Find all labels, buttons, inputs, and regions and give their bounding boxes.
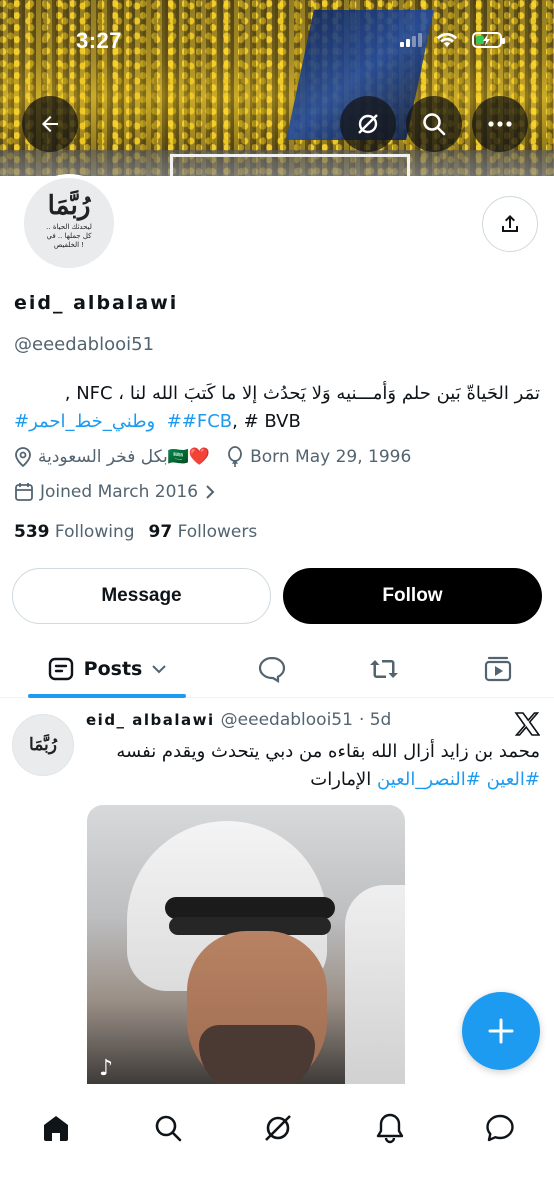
post-text-end: الإمارات xyxy=(310,769,372,790)
display-name: eid_ albalawi xyxy=(14,292,179,314)
post-author-handle[interactable]: @eeedablooi51 xyxy=(221,710,353,730)
share-button[interactable] xyxy=(482,196,538,252)
bio-hashtag-fcb[interactable]: ##FCB xyxy=(167,411,232,432)
post-header: eid_ albalawi @eeedablooi51 · 5d xyxy=(86,710,391,730)
tab-posts[interactable]: Posts xyxy=(28,640,186,698)
grok-icon xyxy=(265,1115,291,1141)
signal-icon xyxy=(400,33,422,47)
location-text: بكل فخر السعودية🇸🇦❤️ xyxy=(38,447,211,467)
tiktok-watermark-icon: ♪ xyxy=(99,1056,114,1081)
search-icon xyxy=(423,113,446,136)
status-time: 3:27 xyxy=(76,28,123,53)
meta-row-joined[interactable]: Joined March 2016 xyxy=(14,482,216,502)
search-button[interactable] xyxy=(406,96,462,152)
tab-media[interactable] xyxy=(470,640,526,698)
reply-icon xyxy=(258,656,286,683)
followers-count: 97 xyxy=(148,522,173,542)
posts-tab-icon xyxy=(48,657,73,681)
tab-replies[interactable] xyxy=(244,640,300,698)
meta-row-location: بكل فخر السعودية🇸🇦❤️ Born May 29, 1996 xyxy=(14,446,411,468)
plus-icon xyxy=(488,1018,514,1044)
post-video-thumbnail[interactable]: ♪ xyxy=(87,805,405,1085)
arrow-left-icon xyxy=(42,116,58,132)
follow-button[interactable]: Follow xyxy=(283,568,542,624)
chevron-right-icon xyxy=(206,485,215,499)
tab-reposts[interactable] xyxy=(356,640,412,698)
calendar-icon xyxy=(15,483,33,501)
search-icon xyxy=(155,1115,182,1142)
status-bar: 3:27 xyxy=(0,0,554,84)
avatar-text-main: رُبَّمَا xyxy=(47,190,91,221)
profile-avatar[interactable]: رُبَّمَا ليحدثك الحياة .. كل جملها .. في… xyxy=(20,174,118,272)
media-figure-right xyxy=(345,885,405,1085)
wifi-icon xyxy=(436,32,458,47)
following-label: Following xyxy=(54,522,135,542)
post-avatar-artwork: رُبَّمَا xyxy=(13,715,73,775)
status-icons xyxy=(400,32,505,48)
following-count: 539 xyxy=(14,522,50,542)
post-text-main: محمد بن زايد أزال الله بقاءه من دبي يتحد… xyxy=(116,741,540,762)
bottom-navigation xyxy=(0,1084,554,1200)
share-icon xyxy=(502,215,518,232)
media-agal xyxy=(165,897,335,919)
media-beard xyxy=(199,1025,315,1085)
profile-handle: @eeedablooi51 xyxy=(14,334,155,355)
chevron-down-icon xyxy=(152,665,167,674)
battery-icon xyxy=(472,32,505,48)
post-author-name[interactable]: eid_ albalawi xyxy=(86,711,215,729)
x-logo-icon xyxy=(514,712,541,740)
nav-grok[interactable] xyxy=(250,1100,306,1156)
bio-line1: تمَر الحَياةّ بَين حلم وَأمـــنيه وَلا ي… xyxy=(64,383,540,404)
bell-icon xyxy=(376,1113,404,1144)
follow-stats: 539 Following 97 Followers xyxy=(14,522,257,542)
post-text: محمد بن زايد أزال الله بقاءه من دبي يتحد… xyxy=(86,738,540,794)
profile-tabs: Posts xyxy=(0,640,554,698)
more-icon xyxy=(488,121,512,127)
avatar-text-sub: ليحدثك الحياة .. كل جملها .. في الخلفيص … xyxy=(46,222,92,249)
active-tab-indicator xyxy=(28,694,186,698)
post-avatar-text: رُبَّمَا xyxy=(29,735,57,755)
bio-rest: , # BVB xyxy=(232,411,301,432)
post-hashtag-alain[interactable]: #العين xyxy=(487,769,540,790)
post-time: · 5d xyxy=(358,710,392,730)
back-button[interactable] xyxy=(22,96,78,152)
joined-text: Joined March 2016 xyxy=(40,482,199,502)
followers-label: Followers xyxy=(177,522,258,542)
following-link[interactable]: 539 Following xyxy=(14,522,135,542)
balloon-icon xyxy=(228,446,242,467)
more-button[interactable] xyxy=(472,96,528,152)
grok-button[interactable] xyxy=(340,96,396,152)
bio-hashtag-watani[interactable]: #وطني_خط_احمر xyxy=(14,411,155,432)
tab-posts-label: Posts xyxy=(83,658,143,680)
nav-notifications[interactable] xyxy=(362,1100,418,1156)
messages-icon xyxy=(486,1114,514,1142)
nav-messages[interactable] xyxy=(472,1100,528,1156)
profile-bio: تمَر الحَياةّ بَين حلم وَأمـــنيه وَلا ي… xyxy=(14,380,540,436)
location-pin-icon xyxy=(15,447,31,467)
grok-icon xyxy=(358,114,378,134)
born-text: Born May 29, 1996 xyxy=(250,447,412,467)
nav-home[interactable] xyxy=(28,1100,84,1156)
message-button[interactable]: Message xyxy=(12,568,271,624)
media-icon xyxy=(484,656,512,682)
nav-search[interactable] xyxy=(140,1100,196,1156)
avatar-artwork: رُبَّمَا ليحدثك الحياة .. كل جملها .. في… xyxy=(24,178,114,268)
post-avatar[interactable]: رُبَّمَا xyxy=(12,714,74,776)
bio-line2: #وطني_خط_احمر ‎ ##FCB, # BVB xyxy=(14,408,540,436)
home-icon xyxy=(44,1116,68,1141)
followers-link[interactable]: 97 Followers xyxy=(149,522,258,542)
banner-goal xyxy=(170,154,410,176)
repost-icon xyxy=(370,660,398,678)
compose-button[interactable] xyxy=(462,992,540,1070)
post-hashtag-nasr-alain[interactable]: #النصر_العين xyxy=(377,769,481,790)
